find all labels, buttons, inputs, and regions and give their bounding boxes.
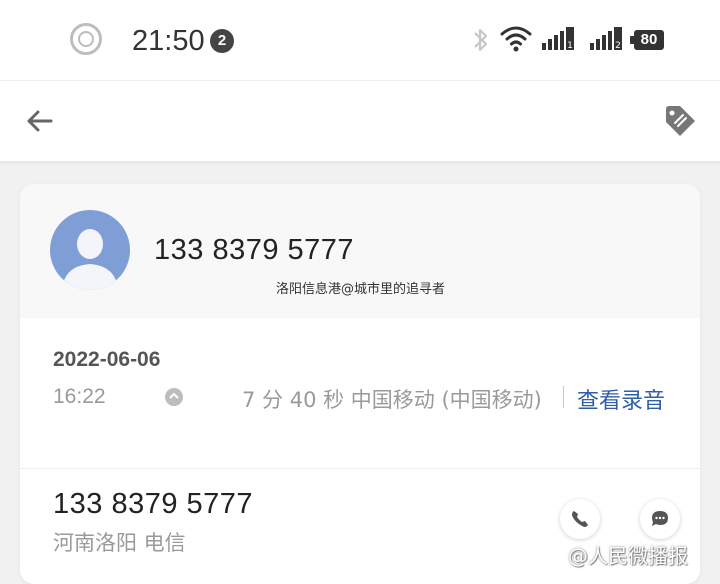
sim1-label: 1 bbox=[567, 41, 573, 51]
separator bbox=[563, 386, 564, 408]
toolbar bbox=[0, 80, 720, 161]
default-avatar-icon bbox=[62, 229, 118, 290]
missed-call-status-icon bbox=[165, 388, 183, 406]
call-duration-carrier: 7 分 40 秒 中国移动 (中国移动) bbox=[242, 388, 542, 412]
status-time: 21:50 bbox=[132, 25, 205, 57]
wifi-icon bbox=[500, 26, 532, 52]
divider bbox=[20, 468, 700, 469]
call-time: 16:22 bbox=[53, 385, 106, 408]
call-button[interactable] bbox=[560, 499, 600, 539]
tag-icon[interactable] bbox=[660, 101, 700, 141]
bluetooth-icon bbox=[474, 28, 488, 52]
contact-number: 133 8379 5777 bbox=[154, 234, 355, 266]
number-location: 河南洛阳 电信 bbox=[53, 531, 186, 555]
status-bar: 21:50 2 1 2 80 bbox=[0, 0, 720, 80]
signal-sim1-icon: 1 bbox=[542, 27, 574, 51]
signal-sim2-icon: 2 bbox=[590, 27, 622, 51]
phone-icon bbox=[572, 511, 588, 527]
view-recording-link[interactable]: 查看录音 bbox=[577, 383, 665, 415]
call-detail-card: 133 8379 5777 洛阳信息港@城市里的追寻者 2022-06-06 1… bbox=[20, 184, 700, 584]
contact-header: 133 8379 5777 洛阳信息港@城市里的追寻者 bbox=[20, 184, 700, 318]
message-icon bbox=[652, 511, 668, 526]
arrow-left-icon[interactable] bbox=[22, 103, 58, 139]
watermark-text: 洛阳信息港@城市里的追寻者 bbox=[276, 282, 446, 297]
sim2-label: 2 bbox=[615, 41, 621, 51]
message-button[interactable] bbox=[640, 499, 680, 539]
status-ring-icon bbox=[70, 23, 102, 55]
call-date: 2022-06-06 bbox=[53, 348, 161, 371]
notification-count-badge: 2 bbox=[210, 29, 234, 53]
weibo-watermark: @人民微播报 bbox=[568, 544, 688, 568]
battery-indicator: 80 bbox=[630, 30, 664, 50]
avatar bbox=[50, 210, 130, 290]
phone-number: 133 8379 5777 bbox=[53, 488, 254, 520]
